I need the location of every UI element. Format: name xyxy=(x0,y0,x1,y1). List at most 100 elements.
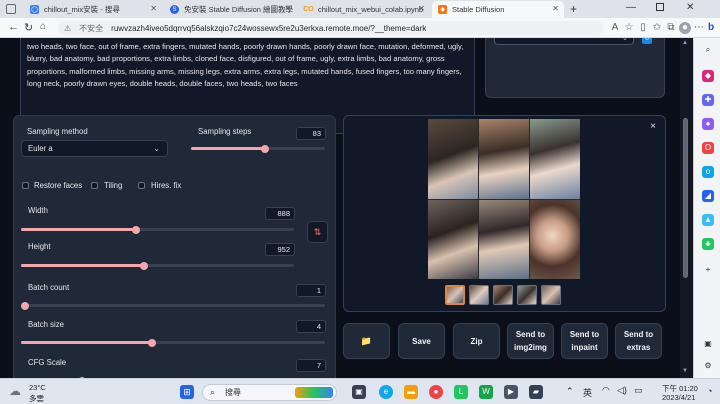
scrollbar-thumb[interactable] xyxy=(683,118,688,278)
back-arrow-icon[interactable]: ← xyxy=(8,21,19,33)
close-window-icon[interactable]: ✕ xyxy=(686,2,694,13)
wechat-app-icon[interactable]: W xyxy=(479,385,493,399)
open-folder-button[interactable]: 📁 xyxy=(343,323,390,359)
profile-avatar-icon[interactable]: ● xyxy=(679,22,691,34)
wifi-icon[interactable]: ◠ xyxy=(602,385,610,396)
media-app-icon[interactable]: ▶ xyxy=(504,385,518,399)
read-aloud-icon[interactable]: A xyxy=(609,22,621,34)
page-scrollbar[interactable]: ▲ ▼ xyxy=(680,38,692,378)
generated-image[interactable] xyxy=(530,119,580,199)
split-screen-icon[interactable]: ▯ xyxy=(637,22,649,34)
volume-icon[interactable]: ◁) xyxy=(617,385,627,396)
gallery-thumbnail[interactable] xyxy=(541,285,561,305)
refresh-icon[interactable]: ↻ xyxy=(24,21,33,34)
more-options-icon[interactable]: ⋯ xyxy=(693,22,705,34)
tree-icon[interactable]: ♣ xyxy=(702,238,714,250)
batch-size-input[interactable]: 4 xyxy=(296,320,326,333)
slider-handle[interactable] xyxy=(139,261,148,270)
close-gallery-icon[interactable]: × xyxy=(650,121,656,132)
width-slider[interactable] xyxy=(21,225,294,234)
sampling-steps-input[interactable]: 83 xyxy=(296,127,326,140)
office-icon[interactable]: O xyxy=(702,142,714,154)
batch-size-slider[interactable] xyxy=(21,338,325,347)
drop-icon[interactable]: ◢ xyxy=(702,190,714,202)
generated-image[interactable] xyxy=(479,119,529,199)
edge-browser-icon[interactable]: e xyxy=(379,385,393,399)
tools-icon[interactable]: ✚ xyxy=(702,94,714,106)
task-view-icon[interactable]: ▣ xyxy=(352,385,366,399)
output-image-grid[interactable] xyxy=(428,119,580,279)
browser-tab-4-active[interactable]: ◆ Stable Diffusion ✕ xyxy=(432,1,564,18)
outlook-icon[interactable]: o xyxy=(702,166,714,178)
hires-fix-checkbox[interactable] xyxy=(138,182,145,189)
line-app-icon[interactable]: L xyxy=(454,385,468,399)
generated-image[interactable] xyxy=(530,199,580,279)
battery-icon[interactable]: ▭ xyxy=(634,385,643,396)
collections-icon[interactable]: ⧉ xyxy=(665,22,677,34)
width-input[interactable]: 888 xyxy=(265,207,295,220)
chrome-browser-icon[interactable]: ● xyxy=(429,385,443,399)
url-field[interactable]: ⚠ 不安全 ruwvzazh4iveo5dqrrvq56alskzqio7c24… xyxy=(58,21,603,35)
gallery-thumbnail[interactable] xyxy=(493,285,513,305)
weather-temperature[interactable]: 23°C xyxy=(29,383,46,392)
tiling-checkbox[interactable] xyxy=(91,182,98,189)
bing-chat-icon[interactable]: b xyxy=(705,22,717,34)
gallery-thumbnail-selected[interactable] xyxy=(445,285,465,305)
sidebar-layout-icon[interactable]: ▣ xyxy=(702,338,714,350)
slider-handle[interactable] xyxy=(131,225,140,234)
generated-image[interactable] xyxy=(479,199,529,279)
save-button[interactable]: Save xyxy=(398,323,445,359)
shopping-icon[interactable]: ◆ xyxy=(702,70,714,82)
cfg-scale-input[interactable]: 7 xyxy=(296,359,326,372)
browser-tab-3[interactable]: CO chillout_mix_webui_colab.ipynb ✕ xyxy=(298,1,430,18)
favorites-icon[interactable]: ✩ xyxy=(651,22,663,34)
tray-expand-chevron-icon[interactable]: ⌃ xyxy=(566,386,574,397)
home-icon[interactable]: ⌂ xyxy=(40,21,46,32)
browser-tab-1[interactable]: ◯ chillout_mix安裝 - 搜尋 ✕ xyxy=(24,1,162,18)
height-input[interactable]: 952 xyxy=(265,243,295,256)
new-tab-button[interactable]: + xyxy=(570,2,577,16)
send-to-img2img-button[interactable]: Send to img2img xyxy=(507,323,554,359)
window-menu-icon[interactable] xyxy=(6,4,16,14)
ime-indicator[interactable]: 英 xyxy=(583,386,592,399)
send-to-inpaint-button[interactable]: Send to inpaint xyxy=(561,323,608,359)
batch-count-input[interactable]: 1 xyxy=(296,284,326,297)
add-sidebar-app-icon[interactable]: + xyxy=(702,264,714,276)
favorite-star-icon[interactable]: ☆ xyxy=(623,22,635,34)
generated-image[interactable] xyxy=(428,119,478,199)
gallery-thumbnail[interactable] xyxy=(469,285,489,305)
zip-button[interactable]: Zip xyxy=(453,323,500,359)
sampling-method-dropdown[interactable]: Euler a ⌄ xyxy=(21,140,168,157)
swap-dimensions-button[interactable]: ⇅ xyxy=(307,221,328,243)
slider-handle[interactable] xyxy=(147,338,156,347)
generated-image[interactable] xyxy=(428,199,478,279)
close-tab-icon[interactable]: ✕ xyxy=(418,4,425,13)
games-icon[interactable]: ● xyxy=(702,118,714,130)
close-tab-icon[interactable]: ✕ xyxy=(284,4,291,13)
scroll-up-arrow-icon[interactable]: ▲ xyxy=(682,40,688,46)
maximize-window-icon[interactable] xyxy=(656,3,664,11)
refresh-styles-icon[interactable]: ↻ xyxy=(642,38,652,44)
sampling-steps-slider[interactable] xyxy=(191,144,325,153)
close-tab-icon[interactable]: ✕ xyxy=(150,4,157,13)
settings-gear-icon[interactable]: ⚙ xyxy=(702,360,714,372)
clock-date[interactable]: 2023/4/21 xyxy=(662,393,695,402)
taskbar-search-input[interactable]: ⌕ 搜尋 xyxy=(202,384,337,401)
slider-handle[interactable] xyxy=(260,144,269,153)
height-slider[interactable] xyxy=(21,261,294,270)
designer-icon[interactable]: ▲ xyxy=(702,214,714,226)
start-windows-icon[interactable]: ⊞ xyxy=(180,385,194,399)
minimize-window-icon[interactable]: — xyxy=(626,2,636,13)
terminal-app-icon[interactable]: ▰ xyxy=(529,385,543,399)
gallery-thumbnail[interactable] xyxy=(517,285,537,305)
scroll-down-arrow-icon[interactable]: ▼ xyxy=(682,368,688,374)
weather-cloud-icon[interactable]: ☁ xyxy=(9,384,21,398)
slider-handle[interactable] xyxy=(21,301,29,310)
batch-count-slider[interactable] xyxy=(21,301,325,310)
send-to-extras-button[interactable]: Send to extras xyxy=(615,323,662,359)
search-icon[interactable]: ⌕ xyxy=(702,44,714,56)
styles-dropdown[interactable]: ⌄ xyxy=(494,38,634,45)
browser-tab-2[interactable]: S 免安裝 Stable Diffusion 繪圖教學 ✕ xyxy=(164,1,296,18)
restore-faces-checkbox[interactable] xyxy=(22,182,29,189)
file-explorer-icon[interactable]: ▬ xyxy=(404,385,418,399)
